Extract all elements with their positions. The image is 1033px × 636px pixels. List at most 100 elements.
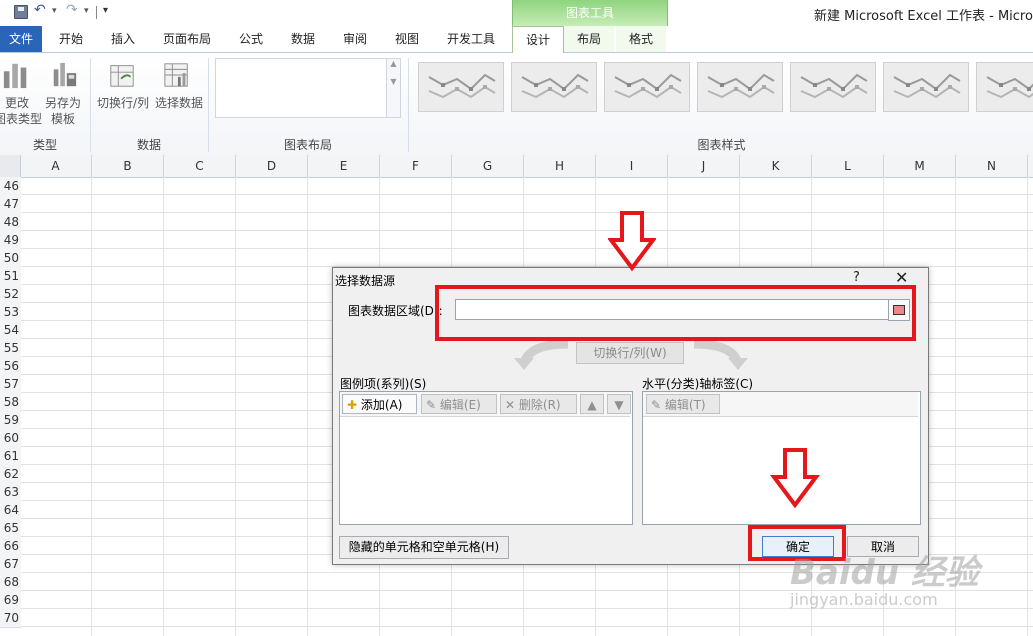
column-header[interactable]: A xyxy=(20,155,92,177)
group-label-chart-styles: 图表样式 xyxy=(697,138,746,152)
add-label: 添加(A) xyxy=(360,398,403,412)
tab-design[interactable]: 设计 xyxy=(512,26,564,54)
column-header[interactable]: E xyxy=(308,155,380,177)
column-header[interactable]: C xyxy=(164,155,236,177)
column-header[interactable]: D xyxy=(236,155,308,177)
column-header[interactable]: F xyxy=(380,155,452,177)
row-header[interactable]: 66 xyxy=(0,537,21,556)
chart-style-thumbnail[interactable] xyxy=(790,62,876,112)
row-header[interactable]: 70 xyxy=(0,609,21,628)
help-icon[interactable]: ? xyxy=(853,270,860,285)
line-chart-icon xyxy=(800,73,868,99)
tab-page-layout[interactable]: 页面布局 xyxy=(152,26,222,52)
save-as-template-label-2[interactable]: 模板 xyxy=(42,110,84,127)
switch-row-column-button[interactable]: 切换行/列 xyxy=(94,94,152,111)
curved-arrow-right-icon xyxy=(693,339,748,370)
switch-row-column-icon[interactable] xyxy=(108,60,136,90)
tab-data[interactable]: 数据 xyxy=(280,26,326,52)
line-chart-icon xyxy=(521,73,589,99)
down-arrow-icon xyxy=(608,211,656,272)
column-header[interactable]: I xyxy=(596,155,668,177)
select-all-corner[interactable] xyxy=(0,155,21,177)
column-header[interactable]: L xyxy=(812,155,884,177)
row-header[interactable]: 51 xyxy=(0,267,21,286)
axis-labels-label: 水平(分类)轴标签(C) xyxy=(642,377,754,391)
row-header[interactable]: 63 xyxy=(0,483,21,502)
redo-icon[interactable]: ↷ xyxy=(66,2,78,18)
column-header[interactable]: B xyxy=(92,155,164,177)
change-chart-type-icon[interactable] xyxy=(2,60,30,90)
row-header[interactable]: 50 xyxy=(0,249,21,268)
column-header[interactable]: N xyxy=(956,155,1028,177)
save-icon[interactable] xyxy=(14,5,28,19)
row-header[interactable]: 65 xyxy=(0,519,21,538)
row-header[interactable]: 57 xyxy=(0,375,21,394)
line-chart-icon xyxy=(707,73,775,99)
column-header[interactable]: M xyxy=(884,155,956,177)
tab-review[interactable]: 审阅 xyxy=(332,26,378,52)
row-header[interactable]: 47 xyxy=(0,195,21,214)
add-series-button[interactable]: ✚ 添加(A) xyxy=(342,394,417,414)
select-data-button[interactable]: 选择数据 xyxy=(154,94,204,111)
edit-axis-labels-button[interactable]: ✎ 编辑(T) xyxy=(646,394,720,414)
change-chart-type-label[interactable]: 更改 xyxy=(2,94,32,111)
chart-layout-gallery[interactable] xyxy=(215,58,388,118)
range-highlight-box xyxy=(435,285,916,341)
row-header[interactable]: 69 xyxy=(0,591,21,610)
chart-layout-scroll[interactable]: ▲ ▼ xyxy=(386,58,401,118)
redo-dropdown-icon[interactable]: ▾ xyxy=(84,6,89,16)
save-as-template-icon[interactable] xyxy=(50,60,78,90)
tab-home[interactable]: 开始 xyxy=(48,26,94,52)
change-chart-type-label-2[interactable]: 图表类型 xyxy=(0,110,42,127)
row-header[interactable]: 68 xyxy=(0,573,21,592)
tab-developer[interactable]: 开发工具 xyxy=(436,26,506,52)
save-as-template-label[interactable]: 另存为 xyxy=(42,94,84,111)
edit-series-button[interactable]: ✎ 编辑(E) xyxy=(421,394,497,414)
row-header[interactable]: 46 xyxy=(0,177,21,196)
row-header[interactable]: 64 xyxy=(0,501,21,520)
undo-dropdown-icon[interactable]: ▾ xyxy=(52,6,57,16)
move-down-button[interactable]: ▼ xyxy=(607,394,631,414)
row-header[interactable]: 67 xyxy=(0,555,21,574)
tab-format[interactable]: 格式 xyxy=(616,26,666,52)
row-header[interactable]: 55 xyxy=(0,339,21,358)
chart-style-thumbnail[interactable] xyxy=(976,62,1033,112)
chart-style-thumbnail[interactable] xyxy=(883,62,969,112)
tab-layout[interactable]: 布局 xyxy=(564,26,614,52)
select-data-icon[interactable] xyxy=(163,60,191,90)
chart-tools-header: 图表工具 xyxy=(512,0,668,26)
chart-style-thumbnail[interactable] xyxy=(418,62,504,112)
row-header[interactable]: 52 xyxy=(0,285,21,304)
column-header[interactable]: G xyxy=(452,155,524,177)
chart-style-thumbnail[interactable] xyxy=(604,62,690,112)
curved-arrow-left-icon xyxy=(514,339,569,370)
tab-view[interactable]: 视图 xyxy=(384,26,430,52)
tab-formulas[interactable]: 公式 xyxy=(228,26,274,52)
edit-axis-label: 编辑(T) xyxy=(664,398,706,412)
row-header[interactable]: 60 xyxy=(0,429,21,448)
tab-file[interactable]: 文件 xyxy=(0,26,42,52)
row-header[interactable]: 59 xyxy=(0,411,21,430)
column-header[interactable]: H xyxy=(524,155,596,177)
undo-icon[interactable]: ↶ xyxy=(34,2,46,18)
column-header[interactable]: J xyxy=(668,155,740,177)
row-header[interactable]: 56 xyxy=(0,357,21,376)
customize-toolbar-icon[interactable]: ▾ xyxy=(103,5,108,16)
column-header[interactable]: K xyxy=(740,155,812,177)
delete-series-button[interactable]: ✕ 删除(R) xyxy=(500,394,577,414)
row-header[interactable]: 58 xyxy=(0,393,21,412)
tab-insert[interactable]: 插入 xyxy=(100,26,146,52)
switch-row-column-dialog-button[interactable]: 切换行/列(W) xyxy=(576,342,684,364)
row-header[interactable]: 62 xyxy=(0,465,21,484)
chart-style-thumbnail[interactable] xyxy=(697,62,783,112)
move-up-button[interactable]: ▲ xyxy=(580,394,604,414)
row-header[interactable]: 54 xyxy=(0,321,21,340)
row-header[interactable]: 61 xyxy=(0,447,21,466)
row-header[interactable]: 53 xyxy=(0,303,21,322)
down-arrow-icon xyxy=(770,448,820,509)
dialog-title: 选择数据源 xyxy=(335,274,396,288)
row-header[interactable]: 49 xyxy=(0,231,21,250)
row-header[interactable]: 48 xyxy=(0,213,21,232)
chart-style-thumbnail[interactable] xyxy=(511,62,597,112)
hidden-empty-cells-button[interactable]: 隐藏的单元格和空单元格(H) xyxy=(339,536,509,559)
